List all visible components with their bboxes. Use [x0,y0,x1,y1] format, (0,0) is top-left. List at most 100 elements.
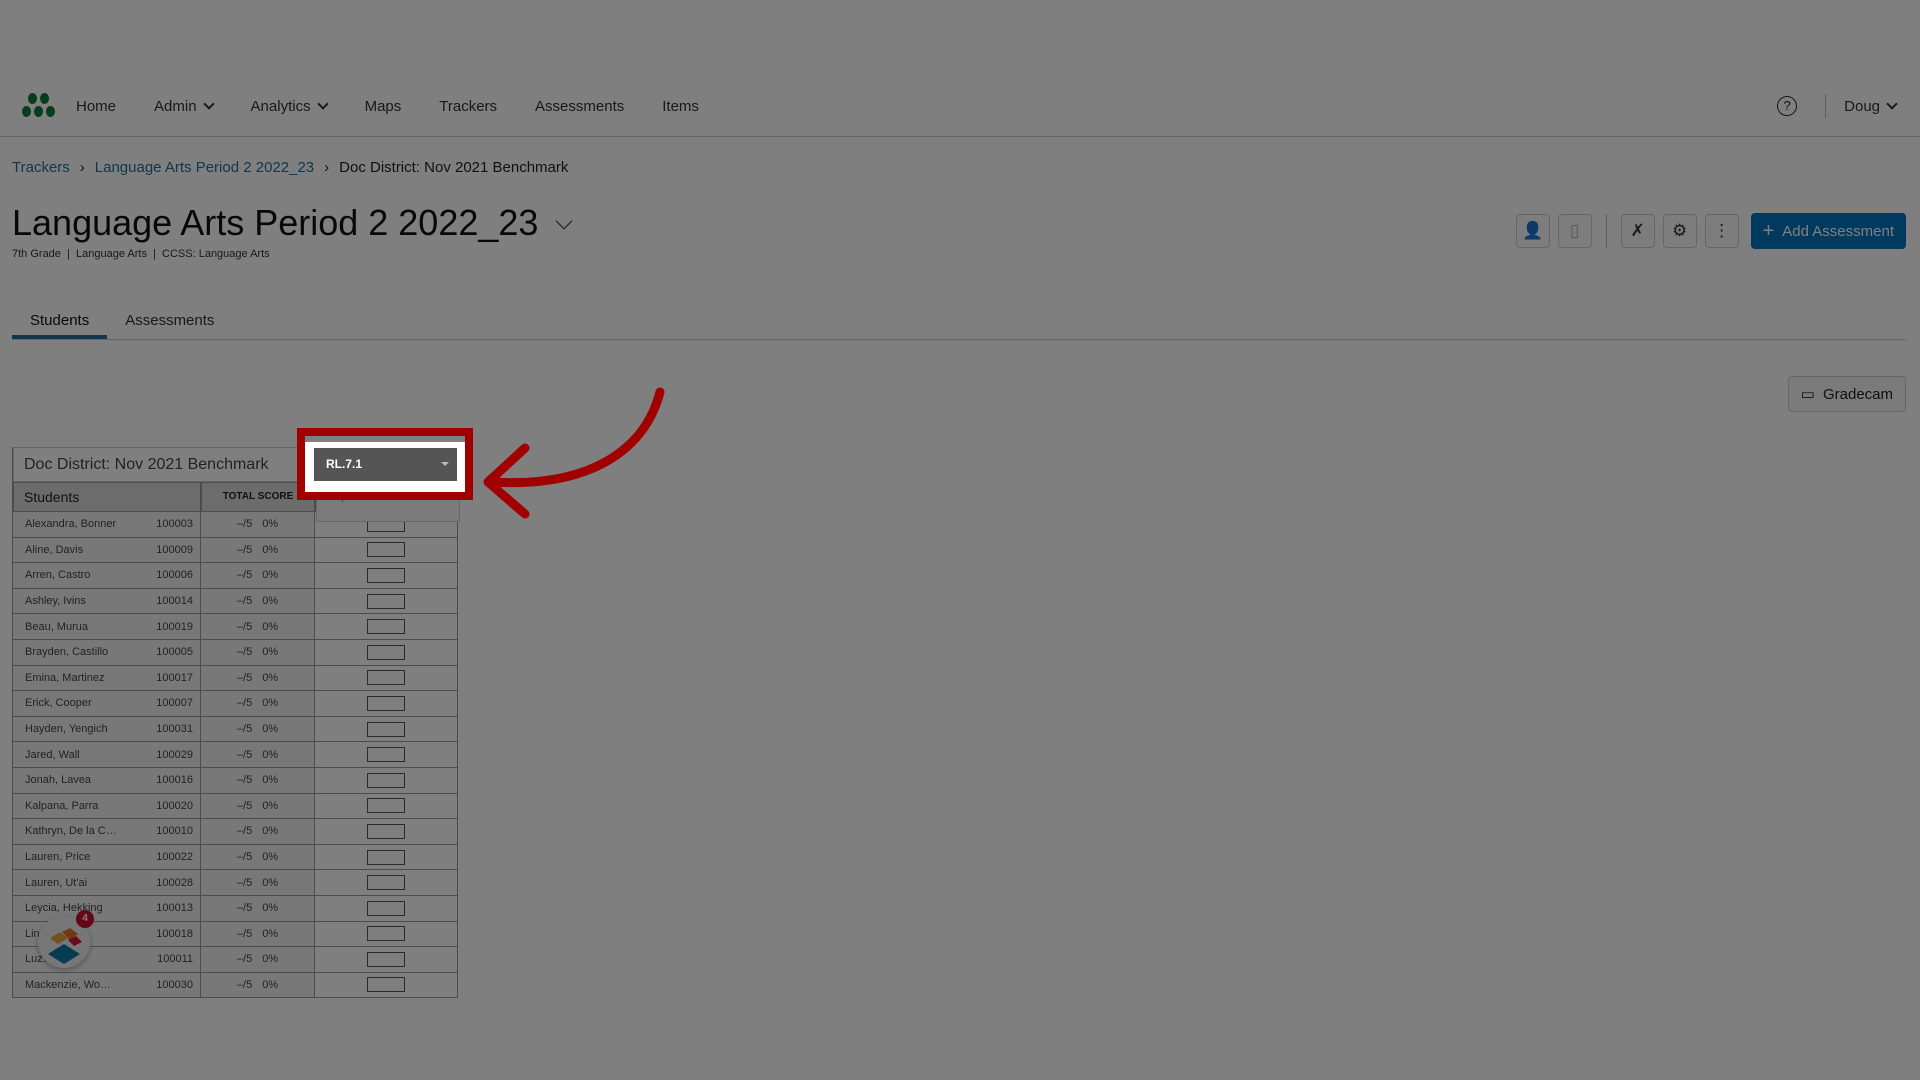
student-id: 100028 [156,876,193,889]
student-id: 100016 [156,774,193,787]
score-input[interactable] [367,747,405,763]
score-input[interactable] [367,926,405,942]
score-input[interactable] [367,951,405,967]
student-cell[interactable]: Jared, Wall 100029 [13,742,201,767]
score: –/5 [236,953,253,966]
score: –/5 [236,723,253,736]
student-cell[interactable]: Emina, Martinez 100017 [13,665,201,691]
help-icon[interactable]: ? [1777,96,1798,116]
student-name: Kalpana, Parra [25,799,99,812]
tab-assessments[interactable]: Assessments [107,302,232,339]
tab-students[interactable]: Students [12,302,108,339]
score-input[interactable] [367,619,405,635]
score-input[interactable] [367,849,405,865]
score-input[interactable] [367,593,405,609]
breadcrumb-trackers[interactable]: Trackers [12,159,70,176]
score-input[interactable] [367,977,405,993]
student-cell[interactable]: Lauren, Price 100022 [13,844,201,870]
table-row: Kathryn, De la C… 100010 –/5 0% [13,819,458,845]
student-cell[interactable]: Brayden, Castillo 100005 [13,639,201,665]
score: –/5 [236,902,253,915]
assessment-title: Doc District: Nov 2021 Benchmark [13,447,314,482]
total-score-cell: –/5 0% [201,563,315,588]
breadcrumb-tracker[interactable]: Language Arts Period 2 2022_23 [95,159,314,176]
score-input[interactable] [367,567,405,583]
score-input[interactable] [367,644,405,660]
student-cell[interactable]: Erick, Cooper 100007 [13,691,201,716]
score: –/5 [236,876,253,889]
score-input[interactable] [367,798,405,814]
nav-trackers[interactable]: Trackers [439,98,497,115]
gradecam-button[interactable]: ▭ Gradecam [1787,376,1906,412]
nav-admin[interactable]: Admin [154,98,215,115]
percent: 0% [262,518,279,531]
student-cell[interactable]: Mackenzie, Wo… 100030 [13,972,201,998]
total-score-cell: –/5 0% [201,639,315,665]
nav-home[interactable]: Home [76,98,116,115]
student-icon[interactable]: 👤 [1515,214,1550,248]
user-menu[interactable]: Doug [1844,97,1898,115]
score-entry-cell [315,921,458,947]
logo-icon[interactable] [22,93,58,119]
student-id: 100005 [156,646,193,659]
score: –/5 [236,748,253,761]
score: –/5 [236,620,253,633]
chevron-down-icon[interactable] [555,212,573,230]
student-id: 100022 [156,851,193,864]
student-name: Lauren, Price [25,851,91,864]
total-score-cell: –/5 0% [201,665,315,691]
nav-label: Items [662,97,699,115]
student-id: 100013 [156,902,193,915]
score-input[interactable] [367,695,405,711]
percent: 0% [262,825,279,838]
col-students[interactable]: Students [13,482,201,512]
table-row: Beau, Murua 100019 –/5 0% [13,614,458,640]
student-cell[interactable]: Kalpana, Parra 100020 [13,793,201,819]
add-assessment-button[interactable]: + Add Assessment [1750,213,1906,249]
student-cell[interactable]: Aline, Davis 100009 [13,537,201,563]
total-score-cell: –/5 0% [201,972,315,998]
student-name: Lauren, Ut'ai [25,876,88,889]
nav-assessments[interactable]: Assessments [535,98,624,115]
student-cell[interactable]: Jonah, Lavea 100016 [13,767,201,793]
percent: 0% [262,876,279,889]
student-name: Erick, Cooper [25,697,92,710]
student-cell[interactable]: Ashley, Ivins 100014 [13,588,201,614]
more-icon[interactable]: ⋮ [1704,214,1739,248]
student-cell[interactable]: Alexandra, Bonner 100003 [13,512,201,537]
user-name: Doug [1844,97,1880,115]
score-input[interactable] [367,900,405,916]
percent: 0% [262,927,279,940]
score-entry-cell [315,639,458,665]
student-id: 100018 [156,927,193,940]
nav-analytics[interactable]: Analytics [251,98,329,115]
total-score-cell: –/5 0% [201,793,315,819]
tools-icon[interactable]: ✗ [1620,214,1655,248]
table-row: Hayden, Yengich 100031 –/5 0% [13,716,458,743]
total-score-cell: –/5 0% [201,921,315,947]
score-input[interactable] [367,823,405,839]
notification-badge: 4 [76,910,94,928]
percent: 0% [262,671,279,684]
student-cell[interactable]: Kathryn, De la C… 100010 [13,819,201,844]
total-score-cell: –/5 0% [201,614,315,639]
student-cell[interactable]: Lauren, Ut'ai 100028 [13,870,201,895]
help-widget[interactable]: 4 [38,910,94,968]
gear-icon[interactable]: ⚙ [1662,214,1697,248]
score-input[interactable] [367,875,405,891]
student-cell[interactable]: Beau, Murua 100019 [13,614,201,639]
score-entry-cell [315,614,458,639]
student-cell[interactable]: Arren, Castro 100006 [13,563,201,588]
student-id: 100017 [156,671,193,684]
percent: 0% [262,723,279,736]
table-row: Mackenzie, Wo… 100030 –/5 0% [13,972,458,999]
nav-items[interactable]: Items [662,98,699,115]
notebook-icon[interactable]: ▯ [1557,214,1592,248]
score-input[interactable] [367,670,405,686]
student-cell[interactable]: Hayden, Yengich 100031 [13,716,201,742]
score-input[interactable] [367,772,405,788]
score-input[interactable] [367,721,405,737]
nav-maps[interactable]: Maps [365,98,402,115]
table-row: Jared, Wall 100029 –/5 0% [13,742,458,768]
score-input[interactable] [367,542,405,558]
